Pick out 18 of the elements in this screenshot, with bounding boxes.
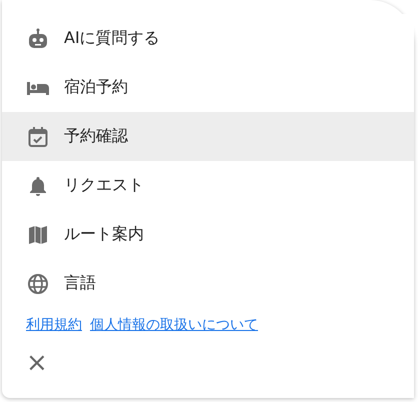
footer-link[interactable]: 個人情報の取扱いについて [90, 316, 258, 346]
menu-item[interactable]: ルート案内 [2, 210, 414, 259]
menu-item-label: 言語 [64, 273, 96, 294]
menu-item[interactable]: 宿泊予約 [2, 63, 414, 112]
menu-item[interactable]: リクエスト [2, 161, 414, 210]
menu-item[interactable]: AIに質問する [2, 14, 414, 63]
globe-icon [26, 272, 50, 296]
menu-item-label: 予約確認 [64, 126, 128, 147]
menu-item-label: リクエスト [64, 175, 144, 196]
footer-link[interactable]: 利用規約 [26, 316, 82, 346]
menu-item-label: AIに質問する [64, 28, 160, 49]
close-button[interactable]: × [26, 350, 52, 376]
menu-item-label: ルート案内 [64, 224, 144, 245]
menu-item[interactable]: 言語 [2, 259, 414, 308]
menu-item-label: 宿泊予約 [64, 77, 128, 98]
robot-icon [26, 26, 50, 50]
calendar-icon [26, 124, 50, 148]
menu-item[interactable]: 予約確認 [2, 112, 414, 161]
